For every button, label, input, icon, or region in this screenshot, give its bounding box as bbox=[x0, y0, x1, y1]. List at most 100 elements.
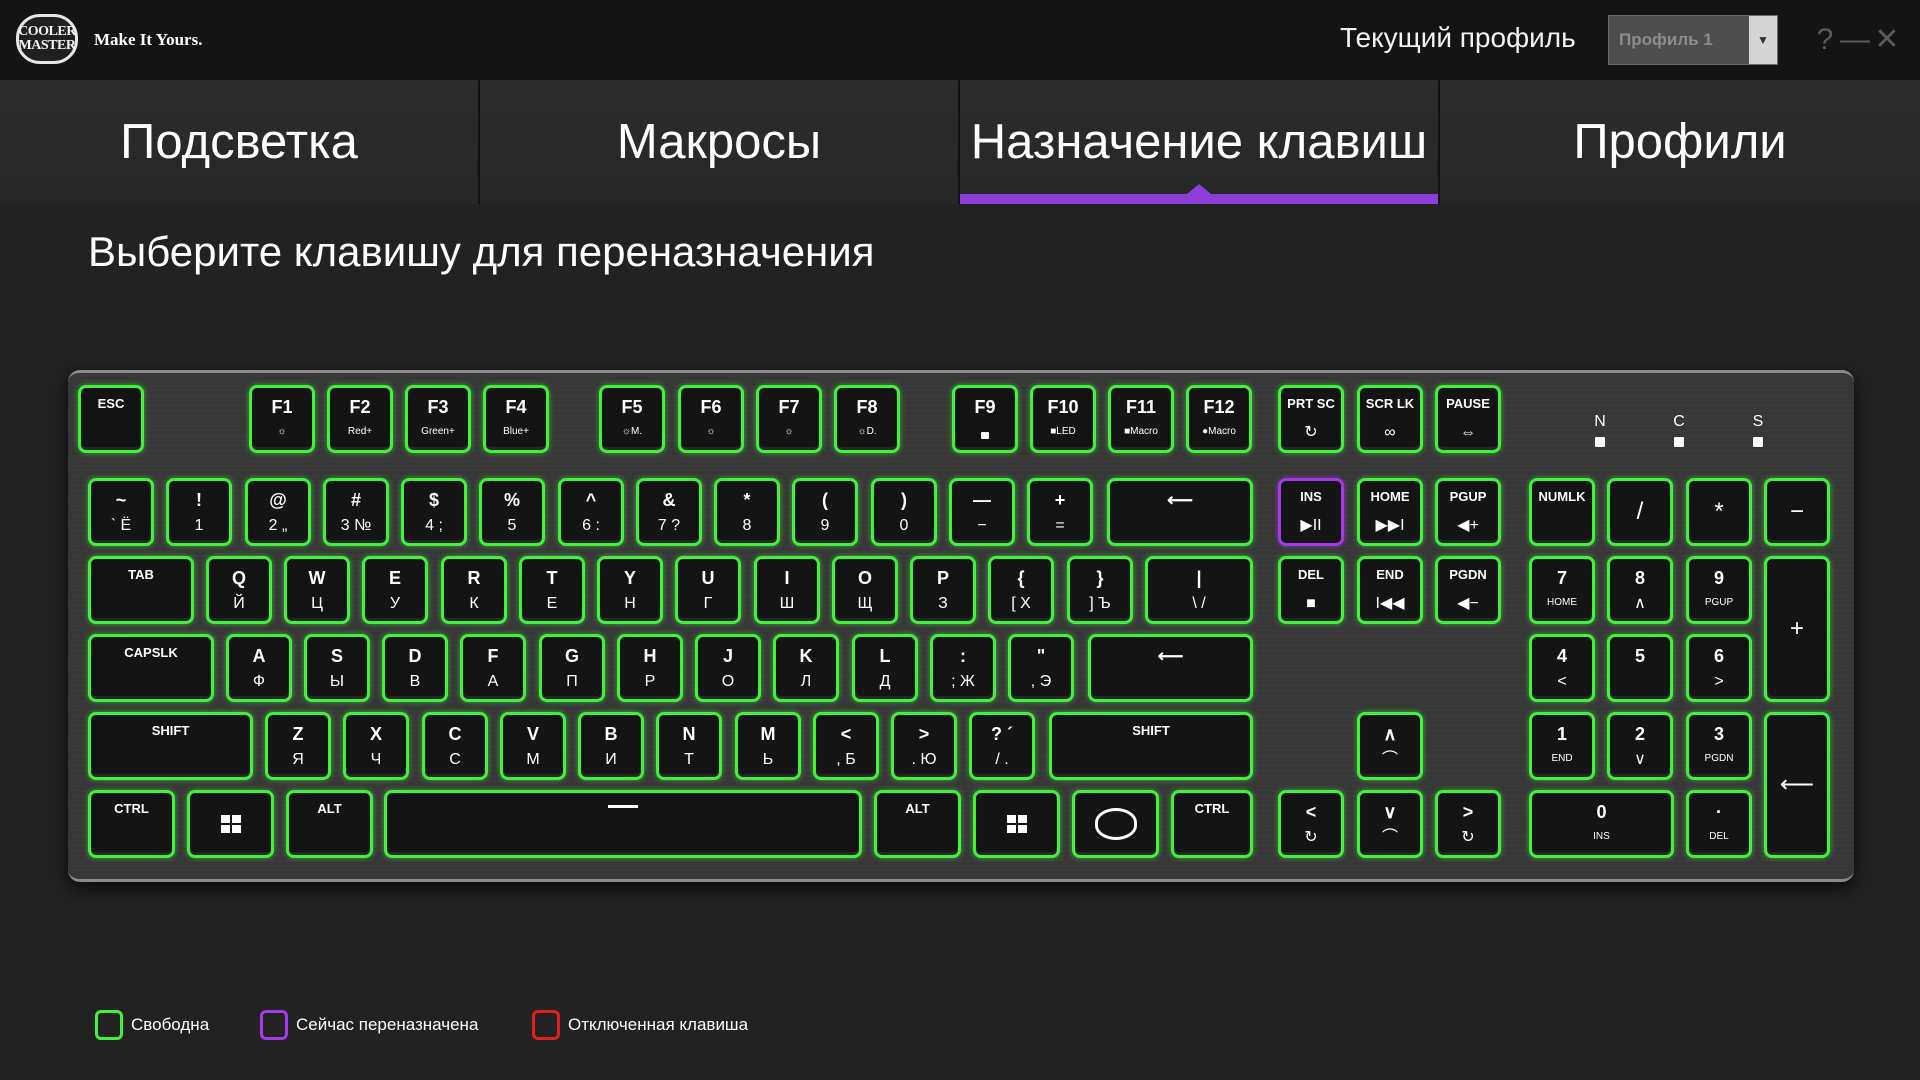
key-h[interactable]: HР bbox=[617, 634, 683, 702]
key-np-add[interactable]: + bbox=[1764, 556, 1830, 702]
key-np5[interactable]: 5 bbox=[1607, 634, 1673, 702]
key-i[interactable]: IШ bbox=[754, 556, 820, 624]
key-esc[interactable]: ESC bbox=[78, 385, 144, 453]
key-g[interactable]: GП bbox=[539, 634, 605, 702]
key-f5[interactable]: F5 ☼M. bbox=[599, 385, 665, 453]
key-f11[interactable]: F11 ■Macro bbox=[1108, 385, 1174, 453]
tab-key-assignment[interactable]: Назначение клавиш bbox=[960, 80, 1440, 204]
tab-macros[interactable]: Макросы bbox=[480, 80, 960, 204]
key-f4[interactable]: F4 Blue+ bbox=[483, 385, 549, 453]
key-p[interactable]: PЗ bbox=[910, 556, 976, 624]
key-minus[interactable]: — − bbox=[949, 478, 1015, 546]
key-equals[interactable]: + = bbox=[1027, 478, 1093, 546]
key-x[interactable]: XЧ bbox=[343, 712, 409, 780]
key-f2[interactable]: F2 Red+ bbox=[327, 385, 393, 453]
key-left[interactable]: < ↻ bbox=[1278, 790, 1344, 858]
key-space[interactable] bbox=[384, 790, 862, 858]
key-lbracket[interactable]: {[ Х bbox=[988, 556, 1054, 624]
key-k6[interactable]: ^ 6 : bbox=[558, 478, 624, 546]
key-f3[interactable]: F3 Green+ bbox=[405, 385, 471, 453]
key-c[interactable]: CС bbox=[422, 712, 488, 780]
key-scrlk[interactable]: SCR LK ∞ bbox=[1357, 385, 1423, 453]
key-rctrl[interactable]: CTRL bbox=[1171, 790, 1253, 858]
key-end[interactable]: END I◀◀ bbox=[1357, 556, 1423, 624]
key-q[interactable]: QЙ bbox=[206, 556, 272, 624]
key-lalt[interactable]: ALT bbox=[286, 790, 373, 858]
key-del[interactable]: DEL ■ bbox=[1278, 556, 1344, 624]
key-lctrl[interactable]: CTRL bbox=[88, 790, 175, 858]
key-a[interactable]: AФ bbox=[226, 634, 292, 702]
key-backspace[interactable]: ⟵ bbox=[1107, 478, 1253, 546]
key-k1[interactable]: ! 1 bbox=[166, 478, 232, 546]
key-np-div[interactable]: / bbox=[1607, 478, 1673, 546]
key-np1[interactable]: 1 END bbox=[1529, 712, 1595, 780]
key-np-dot[interactable]: · DEL bbox=[1686, 790, 1752, 858]
key-f[interactable]: FА bbox=[460, 634, 526, 702]
key-m[interactable]: MЬ bbox=[735, 712, 801, 780]
key-fn[interactable] bbox=[1072, 790, 1159, 858]
key-pgdn[interactable]: PGDN ◀− bbox=[1435, 556, 1501, 624]
key-k[interactable]: KЛ bbox=[773, 634, 839, 702]
key-prtsc[interactable]: PRT SC ↻ bbox=[1278, 385, 1344, 453]
key-s[interactable]: SЫ bbox=[304, 634, 370, 702]
key-np8[interactable]: 8 ∧ bbox=[1607, 556, 1673, 624]
key-period[interactable]: > . Ю bbox=[891, 712, 957, 780]
key-ralt[interactable]: ALT bbox=[874, 790, 961, 858]
key-e[interactable]: EУ bbox=[362, 556, 428, 624]
key-f8[interactable]: F8 ☼D. bbox=[834, 385, 900, 453]
key-np2[interactable]: 2 ∨ bbox=[1607, 712, 1673, 780]
key-o[interactable]: OЩ bbox=[832, 556, 898, 624]
key-capslk[interactable]: CAPSLK bbox=[88, 634, 214, 702]
key-semicolon[interactable]: : ; Ж bbox=[930, 634, 996, 702]
key-home[interactable]: HOME ▶▶I bbox=[1357, 478, 1423, 546]
key-np9[interactable]: 9 PGUP bbox=[1686, 556, 1752, 624]
key-d[interactable]: DВ bbox=[382, 634, 448, 702]
key-k5[interactable]: % 5 bbox=[479, 478, 545, 546]
key-w[interactable]: WЦ bbox=[284, 556, 350, 624]
key-f12[interactable]: F12 ●Macro bbox=[1186, 385, 1252, 453]
key-k2[interactable]: @2 „ bbox=[245, 478, 311, 546]
key-f1[interactable]: F1 ☼ bbox=[249, 385, 315, 453]
key-f9[interactable]: F9 bbox=[952, 385, 1018, 453]
key-np-sub[interactable]: − bbox=[1764, 478, 1830, 546]
key-np3[interactable]: 3 PGDN bbox=[1686, 712, 1752, 780]
key-down[interactable]: ∨ ⌒ bbox=[1357, 790, 1423, 858]
key-u[interactable]: UГ bbox=[675, 556, 741, 624]
key-rwin[interactable] bbox=[973, 790, 1060, 858]
key-lshift[interactable]: SHIFT bbox=[88, 712, 253, 780]
tab-profiles[interactable]: Профили bbox=[1440, 80, 1920, 204]
key-up[interactable]: ∧ ⌒ bbox=[1357, 712, 1423, 780]
key-enter[interactable]: ⟵ bbox=[1088, 634, 1253, 702]
key-k0[interactable]: ) 0 bbox=[871, 478, 937, 546]
help-button[interactable]: ? bbox=[1810, 20, 1840, 60]
key-backslash[interactable]: | \ / bbox=[1145, 556, 1253, 624]
profile-select[interactable]: Профиль 1 ▼ bbox=[1608, 15, 1778, 65]
key-ins[interactable]: INS ▶II bbox=[1278, 478, 1344, 546]
key-k4[interactable]: $4 ; bbox=[401, 478, 467, 546]
key-np6[interactable]: 6 > bbox=[1686, 634, 1752, 702]
key-lwin[interactable] bbox=[187, 790, 274, 858]
key-np-mul[interactable]: * bbox=[1686, 478, 1752, 546]
key-y[interactable]: YН bbox=[597, 556, 663, 624]
key-k8[interactable]: * 8 bbox=[714, 478, 780, 546]
key-r[interactable]: RК bbox=[441, 556, 507, 624]
key-right[interactable]: > ↻ bbox=[1435, 790, 1501, 858]
key-z[interactable]: ZЯ bbox=[265, 712, 331, 780]
key-k9[interactable]: (9 bbox=[792, 478, 858, 546]
close-button[interactable]: ✕ bbox=[1872, 20, 1902, 60]
key-j[interactable]: JО bbox=[695, 634, 761, 702]
key-pgup[interactable]: PGUP ◀+ bbox=[1435, 478, 1501, 546]
key-f6[interactable]: F6 ☼ bbox=[678, 385, 744, 453]
key-f10[interactable]: F10 ■LED bbox=[1030, 385, 1096, 453]
key-slash[interactable]: ? ´ / . bbox=[969, 712, 1035, 780]
key-k3[interactable]: #3 № bbox=[323, 478, 389, 546]
key-numlk[interactable]: NUMLK bbox=[1529, 478, 1595, 546]
key-np0[interactable]: 0 INS bbox=[1529, 790, 1674, 858]
key-b[interactable]: BИ bbox=[578, 712, 644, 780]
key-f7[interactable]: F7 ☼ bbox=[756, 385, 822, 453]
key-rbracket[interactable]: }] Ъ bbox=[1067, 556, 1133, 624]
key-k7[interactable]: & 7 ? bbox=[636, 478, 702, 546]
key-l[interactable]: LД bbox=[852, 634, 918, 702]
key-np4[interactable]: 4 < bbox=[1529, 634, 1595, 702]
key-np-enter[interactable]: ⟵ bbox=[1764, 712, 1830, 858]
